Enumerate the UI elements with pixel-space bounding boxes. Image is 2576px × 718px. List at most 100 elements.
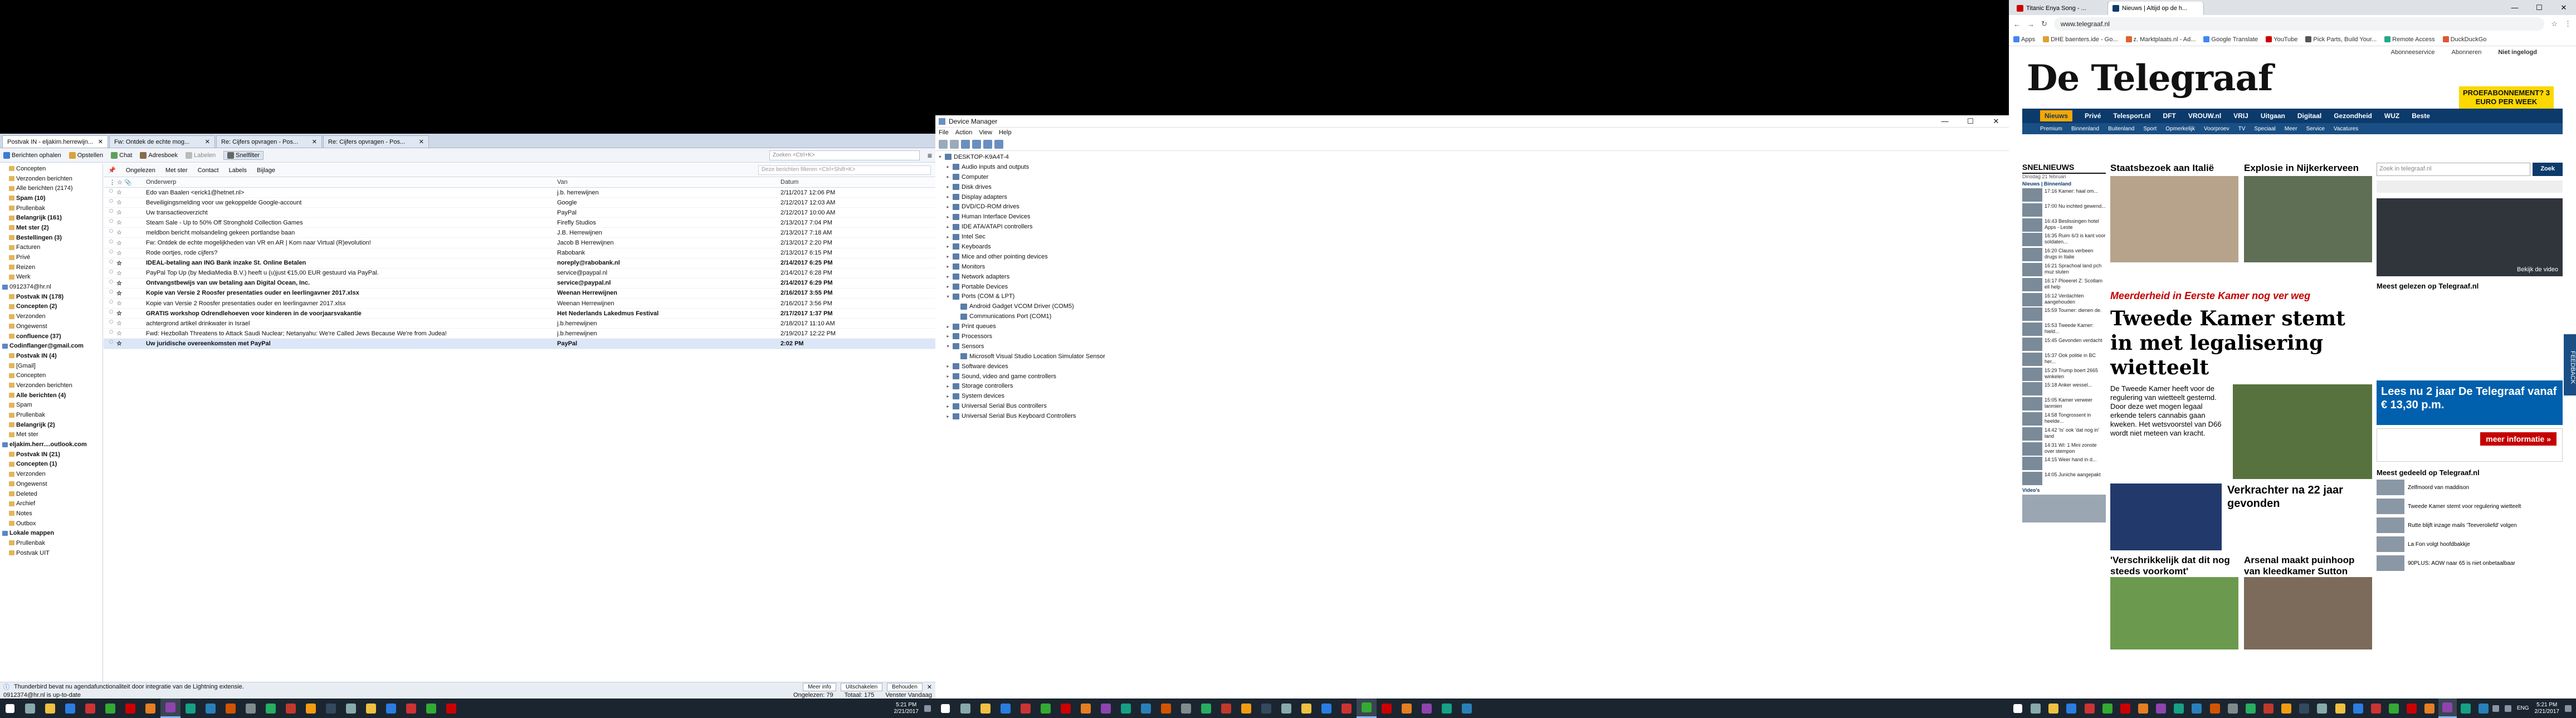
close-icon[interactable]: ✕ xyxy=(98,138,103,145)
device-tree-node[interactable]: ▸ Audio inputs and outputs xyxy=(938,162,2009,172)
read-dot-icon[interactable] xyxy=(109,269,113,273)
clock[interactable]: 5:21 PM 2/21/2017 xyxy=(894,702,919,715)
nav-item[interactable]: Uitgaan xyxy=(2261,112,2285,120)
forward-icon[interactable] xyxy=(950,139,959,149)
bookmark-item[interactable]: Apps xyxy=(2013,36,2035,43)
star-icon[interactable]: ☆ xyxy=(116,320,122,327)
expand-icon[interactable]: ▸ xyxy=(945,194,950,199)
filter-tags[interactable]: Labels xyxy=(229,167,247,174)
maximize-button[interactable]: ☐ xyxy=(1958,117,1983,126)
device-tree-node[interactable]: ▸ Universal Serial Bus controllers xyxy=(938,401,2009,411)
menu-icon[interactable]: ≡ xyxy=(928,151,932,160)
message-row[interactable]: ☆ Steam Sale - Up to 50% Off Stronghold C… xyxy=(104,218,935,228)
message-row[interactable]: ☆ GRATIS workshop Odrendlehoeven voor kin… xyxy=(104,309,935,319)
expand-icon[interactable]: ▸ xyxy=(945,254,950,259)
folder-item[interactable]: Notes xyxy=(0,509,103,519)
star-icon[interactable]: ☆ xyxy=(116,310,122,317)
taskbar-app-button[interactable] xyxy=(1156,699,1176,718)
taskbar-app-button[interactable] xyxy=(60,699,80,718)
folder-item[interactable]: Verzonden berichten xyxy=(0,174,103,184)
folder-item[interactable]: Concepten xyxy=(0,164,103,174)
taskbar-app-button[interactable] xyxy=(1377,699,1397,718)
nav-item[interactable]: Telesport.nl xyxy=(2113,112,2150,120)
reload-icon[interactable]: ↻ xyxy=(2041,19,2047,28)
snelnieuws-item[interactable]: 15:05 Kamer verweer lanmien xyxy=(2022,397,2106,411)
taskbar-app-button[interactable] xyxy=(2170,699,2188,718)
folder-item[interactable]: Alle berichten (4) xyxy=(0,390,103,400)
taskbar-app-button[interactable] xyxy=(1096,699,1116,718)
main-headline[interactable]: Tweede Kamer stemt in met legalisering w… xyxy=(2110,306,2372,380)
expand-icon[interactable]: ▸ xyxy=(945,174,950,179)
star-icon[interactable]: ☆ xyxy=(116,290,122,297)
taskbar-app-button[interactable] xyxy=(2475,699,2492,718)
bookmark-item[interactable]: Remote Access xyxy=(2384,36,2435,43)
expand-icon[interactable]: ▸ xyxy=(945,224,950,229)
read-dot-icon[interactable] xyxy=(109,300,113,304)
subnav-item[interactable]: TV xyxy=(2238,126,2246,132)
message-flags[interactable]: ☆ xyxy=(104,229,143,236)
article-staatsbezoek[interactable]: Staatsbezoek aan Italië xyxy=(2110,163,2238,262)
snelnieuws-item[interactable]: 14:05 Juniche aangepakt xyxy=(2022,472,2106,486)
nav-item[interactable]: Privé xyxy=(2085,112,2101,120)
nav-item[interactable]: WUZ xyxy=(2384,112,2399,120)
subnav-item[interactable]: Opmerkelijk xyxy=(2165,126,2195,132)
nav-item[interactable]: DFT xyxy=(2163,112,2176,120)
taskbar-app-button[interactable] xyxy=(241,699,261,718)
folder-item[interactable]: Verzonden xyxy=(0,311,103,321)
mail-tab[interactable]: Postvak IN - eljakim.herrewijn... ✕ xyxy=(2,135,108,148)
message-flags[interactable]: ☆ xyxy=(104,340,143,347)
folder-item[interactable]: eljakim.herr....outlook.com xyxy=(0,439,103,450)
folder-item[interactable]: [Gmail] xyxy=(0,361,103,371)
snelnieuws-item[interactable]: 16:35 Ruim 6/3 is kant voor soldaten... xyxy=(2022,233,2106,247)
star-icon[interactable]: ☆ xyxy=(116,340,122,347)
quickfilter-button[interactable]: Snelfilter xyxy=(223,150,264,160)
read-dot-icon[interactable] xyxy=(109,340,113,344)
start-button[interactable] xyxy=(2009,699,2027,718)
subnav-item[interactable]: Binnenland xyxy=(2071,126,2099,132)
folder-item[interactable]: Ongewenst xyxy=(0,479,103,489)
star-icon[interactable]: ☆ xyxy=(116,250,122,257)
menu-icon[interactable]: ⋮ xyxy=(2564,19,2572,28)
message-row[interactable]: ☆ Fwd: Hezbollah Threatens to Attack Saud… xyxy=(104,329,935,339)
folder-item[interactable]: Met ster (2) xyxy=(0,223,103,233)
write-button[interactable]: Opstellen xyxy=(69,152,103,159)
taskbar-app-button[interactable] xyxy=(1437,699,1457,718)
folder-item[interactable]: Ongewenst xyxy=(0,321,103,331)
close-icon[interactable]: ✕ xyxy=(205,138,210,145)
abonneeservice-link[interactable]: Abonneeservice xyxy=(2391,49,2435,56)
taskbar-app-button[interactable] xyxy=(1016,699,1036,718)
taskbar-app-button[interactable] xyxy=(2438,699,2457,718)
device-tree-node[interactable]: ▸ Disk drives xyxy=(938,182,2009,192)
message-row[interactable]: ☆ achtergrond artikel drinkwater in Israe… xyxy=(104,319,935,329)
expand-icon[interactable]: ▸ xyxy=(945,274,950,279)
snelnieuws-item[interactable]: 14:31 Wi: 1 Mini zonste over stempon xyxy=(2022,442,2106,456)
subscription-ad[interactable]: Lees nu 2 jaar De Telegraaf vanaf € 13,3… xyxy=(2377,380,2563,425)
expand-icon[interactable]: ▸ xyxy=(945,235,950,240)
taskbar-app-button[interactable] xyxy=(996,699,1016,718)
folder-item[interactable]: Postvak IN (178) xyxy=(0,292,103,302)
device-tree-node[interactable]: ▸ IDE ATA/ATAPI controllers xyxy=(938,222,2009,232)
article-verschrikkelijk[interactable]: 'Verschrikkelijk dat dit nog steeds voor… xyxy=(2110,555,2238,577)
snelnieuws-item[interactable]: 16:20 Clauss verbeen drugs in Italie xyxy=(2022,248,2106,262)
device-tree-node[interactable]: ▾ Sensors xyxy=(938,341,2009,351)
message-row[interactable]: ☆ Uw juridische overeenkomsten met PayPal… xyxy=(104,339,935,349)
snelnieuws-item[interactable]: 16:12 Verdachten aangehouden xyxy=(2022,292,2106,307)
folder-item[interactable]: Deleted xyxy=(0,489,103,499)
site-search-input[interactable]: Zoek in telegraaf.nl xyxy=(2377,163,2531,176)
subnav-item[interactable]: Buitenland xyxy=(2108,126,2134,132)
browser-tab[interactable]: Titanic Enya Song - ... xyxy=(2012,2,2108,15)
message-flags[interactable]: ☆ xyxy=(104,249,143,257)
read-dot-icon[interactable] xyxy=(109,249,113,253)
snelnieuws-item[interactable]: 15:37 Ook politie in BC her... xyxy=(2022,352,2106,367)
address-bar[interactable]: www.telegraaf.nl xyxy=(2053,17,2545,31)
taskbar-app-button[interactable] xyxy=(2188,699,2206,718)
folder-item[interactable]: Spam (10) xyxy=(0,193,103,203)
folder-item[interactable]: 0912374@hr.nl xyxy=(0,282,103,292)
read-dot-icon[interactable] xyxy=(109,199,113,203)
folder-item[interactable]: Concepten xyxy=(0,370,103,380)
network-icon[interactable] xyxy=(2492,705,2499,712)
nav-item[interactable]: VROUW.nl xyxy=(2188,112,2221,120)
nav-item[interactable]: VRIJ xyxy=(2233,112,2248,120)
new-tab-button[interactable] xyxy=(2204,2,2226,15)
taskbar-app-button[interactable] xyxy=(20,699,40,718)
